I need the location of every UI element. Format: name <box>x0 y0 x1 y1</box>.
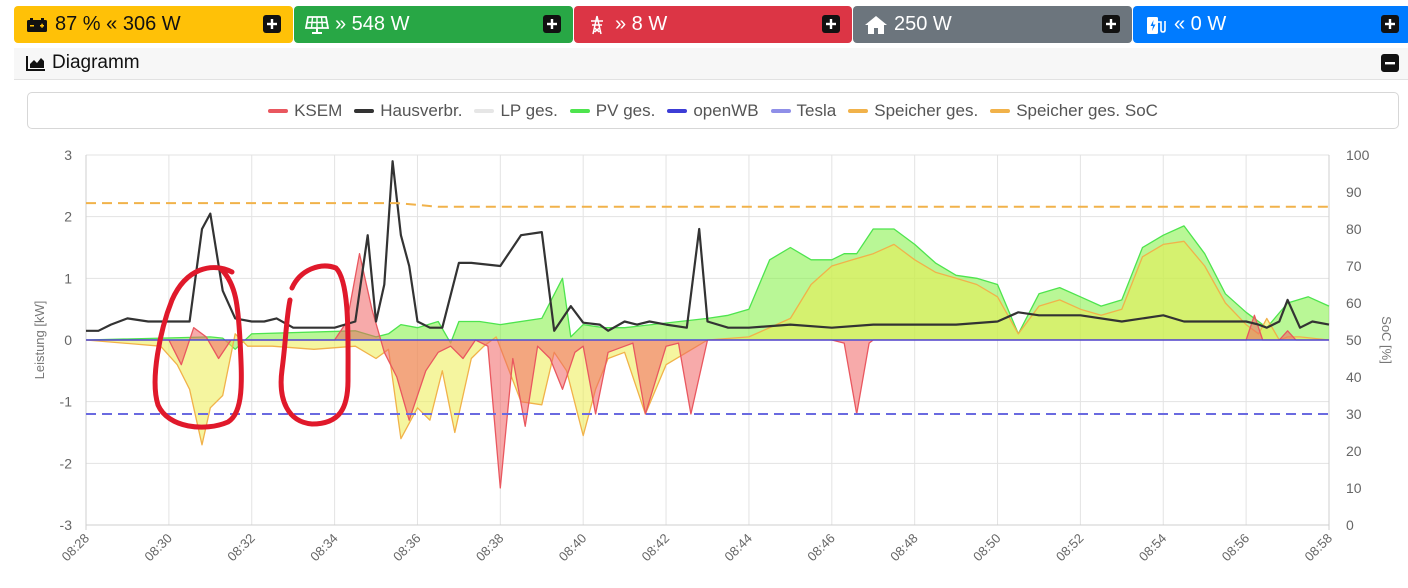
y-tick-label: 2 <box>64 209 72 225</box>
x-tick-label: 08:44 <box>721 531 755 565</box>
y-axis-title: Leistung [kW] <box>32 301 47 380</box>
y2-axis-title: SoC [%] <box>1379 316 1394 364</box>
x-tick-label: 08:36 <box>390 531 424 565</box>
x-tick-label: 08:48 <box>887 531 921 565</box>
x-tick-label: 08:42 <box>639 531 673 565</box>
x-tick-label: 08:34 <box>307 531 341 565</box>
x-tick-label: 08:58 <box>1302 531 1336 565</box>
x-tick-label: 08:38 <box>473 531 507 565</box>
x-tick-label: 08:28 <box>59 531 93 565</box>
y2-tick-label: 70 <box>1346 258 1362 274</box>
x-tick-label: 08:50 <box>970 531 1004 565</box>
y2-tick-label: 10 <box>1346 480 1362 496</box>
y-tick-label: -2 <box>60 455 73 471</box>
y2-tick-label: 80 <box>1346 221 1362 237</box>
y2-tick-label: 100 <box>1346 147 1370 163</box>
x-tick-label: 08:56 <box>1219 531 1253 565</box>
y-tick-label: -1 <box>60 394 73 410</box>
y2-tick-label: 20 <box>1346 443 1362 459</box>
y2-tick-label: 40 <box>1346 369 1362 385</box>
x-tick-label: 08:32 <box>224 531 258 565</box>
y2-tick-label: 0 <box>1346 517 1354 533</box>
y2-tick-label: 90 <box>1346 184 1362 200</box>
x-tick-label: 08:46 <box>804 531 838 565</box>
y-tick-label: 3 <box>64 147 72 163</box>
x-tick-label: 08:30 <box>141 531 175 565</box>
y2-tick-label: 60 <box>1346 295 1362 311</box>
y-tick-label: 1 <box>64 270 72 286</box>
y-tick-label: 0 <box>64 332 72 348</box>
y-tick-label: -3 <box>60 517 73 533</box>
x-tick-label: 08:40 <box>556 531 590 565</box>
x-tick-label: 08:54 <box>1136 531 1170 565</box>
y2-tick-label: 30 <box>1346 406 1362 422</box>
y2-tick-label: 50 <box>1346 332 1362 348</box>
series-line-speicher-ges-soc <box>86 202 1329 208</box>
x-tick-label: 08:52 <box>1053 531 1087 565</box>
power-chart: 3210-1-2-3100908070605040302010008:28 08:… <box>32 147 1394 565</box>
